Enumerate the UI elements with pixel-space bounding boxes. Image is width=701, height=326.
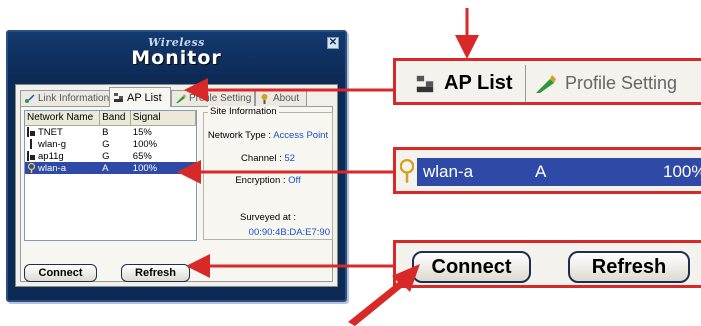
signal: 100% [132,162,158,174]
zoom-callout-buttons: Connect Refresh [393,240,701,288]
zoom-tab-ap-list: AP List [414,67,513,100]
wireless-monitor-window: Wireless Monitor ✕ Link Information AP L… [6,30,347,302]
signal: 65% [132,150,152,162]
network-name: wlan-g [38,138,66,150]
secured-ap-icon [27,151,35,161]
zoom-callout-tabs: AP List Profile Setting [393,58,701,105]
column-header-signal[interactable]: Signal [130,111,196,126]
encryption-line: Encryption : Off [204,175,332,186]
channel-value: 52 [284,153,295,164]
tab-link-information[interactable]: Link Information [20,90,110,106]
band: A [102,162,109,174]
tab-label: About [273,93,300,104]
zoom-connect-button: Connect [412,251,531,283]
table-row-selected[interactable]: wlan-a A 100% [25,162,196,174]
band: G [102,138,110,150]
network-type-value: Access Point [273,130,329,141]
profile-setting-icon [176,94,186,103]
channel-line: Channel : 52 [204,153,332,164]
ap-list-icon [114,93,123,102]
tab-label: Link Information [38,93,110,104]
secured-ap-icon [27,127,35,137]
table-row[interactable]: ap11g G 65% [25,150,196,162]
zoom-callout-selected-row: wlan-a A 100% [393,147,701,194]
network-name: TNET [38,126,63,138]
site-information-group: Site Information Network Type : Access P… [203,106,333,240]
zoom-tab-profile-setting-label: Profile Setting [565,73,678,93]
band: B [102,126,109,138]
ap-list-icon [416,75,434,92]
connect-button[interactable]: Connect [24,264,97,282]
network-name: ap11g [38,150,64,162]
zoom-refresh-button: Refresh [568,251,690,283]
ap-list-tab-body: Network Name Band Signal TNET B 15% wlan… [20,106,333,282]
signal: 100% [132,138,158,150]
table-row[interactable]: wlan-g G 100% [25,138,196,150]
ap-list-table[interactable]: Network Name Band Signal TNET B 15% wlan… [24,110,197,241]
connected-ap-icon [400,158,414,183]
title-bar[interactable]: Wireless Monitor ✕ [8,32,345,77]
network-type-label: Network Type : [207,130,272,141]
surveyed-at-label: Surveyed at : [240,212,296,223]
close-icon[interactable]: ✕ [327,37,339,49]
zoom-tab-ap-list-label: AP List [444,72,513,94]
tab-profile-setting[interactable]: Profile Setting [171,90,255,106]
app-title-monitor: Monitor [131,47,222,69]
table-row[interactable]: TNET B 15% [25,126,196,138]
channel-label: Channel : [241,153,282,164]
zoom-selected-row: wlan-a A 100% [417,158,701,186]
zoom-row-signal: 100% [663,162,701,181]
column-header-band[interactable]: Band [100,111,131,126]
tab-ap-list[interactable]: AP List [109,87,171,107]
about-icon [261,94,268,104]
site-information-legend: Site Information [208,106,279,117]
zoom-row-band: A [535,162,547,181]
signal: 15% [132,126,152,138]
column-header-network-name[interactable]: Network Name [25,111,101,126]
zoom-tab-divider [525,65,526,102]
network-type-line: Network Type : Access Point [204,130,332,141]
link-info-icon [25,94,35,103]
encryption-label: Encryption : [235,175,286,186]
zoom-row-name: wlan-a [423,162,474,181]
encryption-value: Off [288,175,301,186]
band: G [102,150,110,162]
profile-setting-icon [536,74,556,93]
table-header: Network Name Band Signal [25,111,196,126]
network-name: wlan-a [38,162,66,174]
surveyed-at-value: 00:90:4B:DA:E7:90 [248,227,330,238]
tab-about[interactable]: About [255,90,307,106]
main-panel: Link Information AP List Profile Setting… [15,84,338,287]
ap-icon [30,139,32,149]
connected-ap-icon [27,163,36,173]
tab-label: AP List [127,91,162,104]
refresh-button[interactable]: Refresh [121,264,190,282]
tab-label: Profile Setting [189,93,252,104]
tab-strip: Link Information AP List Profile Setting… [20,87,333,107]
zoom-tab-profile-setting: Profile Setting [533,67,677,100]
